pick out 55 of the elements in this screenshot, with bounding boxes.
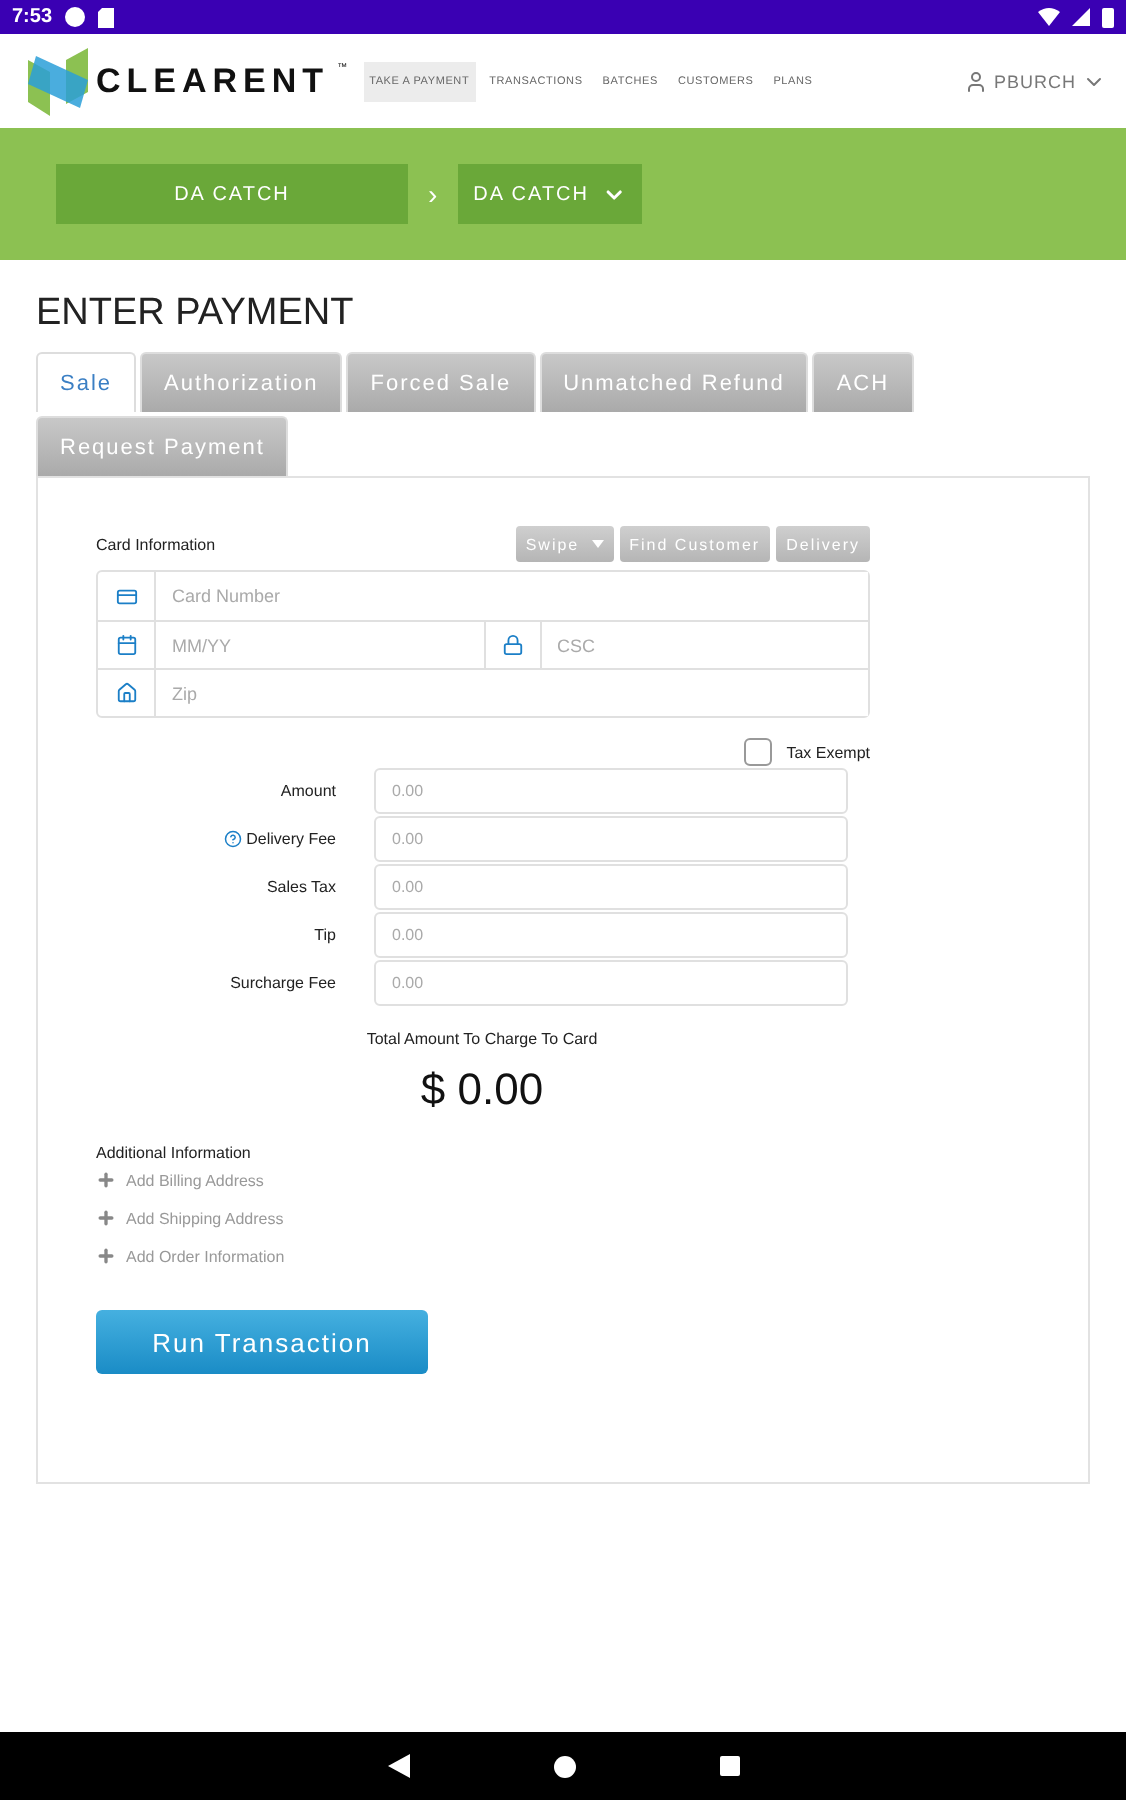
section-title: Card Information bbox=[96, 535, 216, 553]
recents-icon[interactable] bbox=[719, 1756, 739, 1776]
location-dropdown[interactable]: DA CATCH bbox=[457, 164, 642, 224]
notification-icon bbox=[64, 6, 87, 28]
lock-icon bbox=[501, 634, 523, 656]
logo-icon bbox=[28, 47, 88, 115]
plus-icon bbox=[96, 1246, 116, 1266]
help-icon[interactable] bbox=[224, 830, 243, 848]
page-title: ENTER PAYMENT bbox=[36, 292, 356, 336]
signal-icon bbox=[1072, 8, 1090, 26]
amount-field[interactable]: 0.00 bbox=[374, 960, 848, 1006]
total-amount: $ 0.00 bbox=[420, 1064, 544, 1116]
user-name[interactable]: PBURCH bbox=[993, 71, 1076, 91]
run-transaction-button[interactable]: Run Transaction bbox=[96, 1310, 428, 1374]
amount-field[interactable]: 0.00 bbox=[374, 816, 848, 862]
field-label: Surcharge Fee bbox=[230, 974, 336, 992]
amount-field[interactable]: 0.00 bbox=[374, 768, 848, 814]
checkbox-label: Tax Exempt bbox=[786, 743, 870, 761]
field-label: Amount bbox=[280, 782, 336, 800]
amount-field[interactable]: 0.00 bbox=[374, 912, 848, 958]
breadcrumb-separator: › bbox=[428, 178, 438, 210]
field-label: Delivery Fee bbox=[246, 830, 336, 848]
section-title: Additional Information bbox=[96, 1144, 253, 1162]
breadcrumb-link[interactable]: DA CATCH bbox=[56, 164, 408, 224]
home-icon[interactable] bbox=[553, 1755, 575, 1777]
credit-card-icon bbox=[115, 585, 137, 607]
wifi-icon bbox=[1038, 8, 1060, 26]
amount-field[interactable]: 0.00 bbox=[374, 864, 848, 910]
add-link[interactable]: Add Shipping Address bbox=[96, 1208, 1030, 1228]
status-time: 7:53 bbox=[12, 6, 53, 28]
field-label: Tip bbox=[314, 926, 336, 944]
swipe-dropdown[interactable]: Swipe bbox=[515, 526, 614, 562]
back-icon[interactable] bbox=[387, 1754, 409, 1778]
sd-card-icon bbox=[98, 7, 115, 27]
payment-tab[interactable]: Request Payment bbox=[36, 416, 289, 476]
logo-text: CLEARENT bbox=[96, 61, 330, 101]
calendar-icon bbox=[115, 634, 137, 656]
payment-tab[interactable]: Unmatched Refund bbox=[539, 352, 809, 412]
caret-icon bbox=[591, 540, 604, 548]
plus-icon bbox=[96, 1208, 116, 1228]
tax-exempt-checkbox[interactable] bbox=[744, 738, 773, 766]
add-link[interactable]: Add Billing Address bbox=[96, 1170, 1030, 1190]
plus-icon bbox=[96, 1170, 116, 1190]
action-button[interactable]: Delivery bbox=[776, 526, 870, 562]
field-label: Sales Tax bbox=[266, 878, 336, 896]
add-link[interactable]: Add Order Information bbox=[96, 1246, 1030, 1266]
payment-tab[interactable]: ACH bbox=[812, 352, 914, 412]
payment-tab[interactable]: Authorization bbox=[140, 352, 343, 412]
battery-icon bbox=[1102, 7, 1114, 27]
payment-tab[interactable]: Forced Sale bbox=[346, 352, 536, 412]
payment-tab[interactable]: Sale bbox=[36, 352, 137, 412]
home-icon bbox=[115, 682, 137, 704]
user-icon bbox=[963, 69, 988, 93]
action-button[interactable]: Find Customer bbox=[619, 526, 771, 562]
total-label: Total Amount To Charge To Card bbox=[366, 1030, 598, 1048]
